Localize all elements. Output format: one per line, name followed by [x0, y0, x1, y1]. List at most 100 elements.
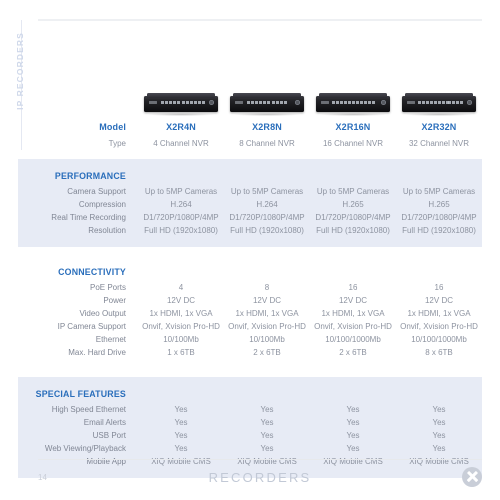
row-value: Onvif, Xvision Pro-HD	[400, 322, 478, 331]
section-connectivity: CONNECTIVITY PoE Ports 4 8 16 16 Power 1…	[18, 255, 482, 369]
nvr-device-icon	[316, 92, 390, 116]
row-value: 10/100/1000Mb	[325, 335, 381, 344]
row-label: Compression	[78, 200, 126, 209]
row-value: 12V DC	[338, 296, 367, 305]
table-row: Power 12V DC 12V DC 12V DC 12V DC	[18, 294, 482, 307]
table-row: Camera Support Up to 5MP Cameras Up to 5…	[18, 185, 482, 198]
row-value: D1/720P/1080P/4MP	[143, 213, 219, 222]
row-label: Max. Hard Drive	[68, 348, 126, 357]
row-value: Up to 5MP Cameras	[316, 187, 390, 196]
row-value: Yes	[432, 431, 446, 440]
top-divider	[38, 19, 482, 21]
row-label: Resolution	[88, 226, 126, 235]
table-row: High Speed Ethernet Yes Yes Yes Yes	[18, 403, 482, 416]
row-value: 1x HDMI, 1x VGA	[321, 309, 385, 318]
model-value: X2R8N	[252, 121, 282, 132]
row-value: D1/720P/1080P/4MP	[315, 213, 391, 222]
row-value: Full HD (1920x1080)	[144, 226, 218, 235]
row-spacer	[18, 369, 482, 377]
type-value: 32 Channel NVR	[408, 138, 470, 148]
table-row: Resolution Full HD (1920x1080) Full HD (…	[18, 224, 482, 237]
nvr-device-icon	[230, 92, 304, 116]
table-row: USB Port Yes Yes Yes Yes	[18, 429, 482, 442]
row-value: D1/720P/1080P/4MP	[229, 213, 305, 222]
type-value: 8 Channel NVR	[239, 138, 295, 148]
row-value: Full HD (1920x1080)	[402, 226, 476, 235]
type-label: Type	[108, 138, 126, 148]
page-footer: 14 RECORDERS	[38, 464, 482, 490]
row-value: Yes	[174, 418, 188, 427]
type-value: 16 Channel NVR	[322, 138, 384, 148]
table-row: Web Viewing/Playback Yes Yes Yes Yes	[18, 442, 482, 455]
row-value: Yes	[260, 444, 274, 453]
row-value: Full HD (1920x1080)	[316, 226, 390, 235]
model-value: X2R4N	[166, 121, 196, 132]
section-header-row: SPECIAL FEATURES	[18, 386, 482, 401]
row-label: Real Time Recording	[51, 213, 126, 222]
row-value: 12V DC	[252, 296, 281, 305]
section-performance: PERFORMANCE Camera Support Up to 5MP Cam…	[18, 159, 482, 247]
row-label: Power	[103, 296, 126, 305]
row-value: Yes	[174, 405, 188, 414]
table-row: PoE Ports 4 8 16 16	[18, 281, 482, 294]
row-value: 1 x 6TB	[167, 348, 195, 357]
section-header-row: PERFORMANCE	[18, 168, 482, 183]
section-special-features: SPECIAL FEATURES High Speed Ethernet Yes…	[18, 377, 482, 478]
footer-divider	[38, 459, 482, 460]
table-row: Max. Hard Drive 1 x 6TB 2 x 6TB 2 x 6TB …	[18, 346, 482, 359]
footer-section-title: RECORDERS	[208, 469, 312, 485]
row-spacer	[18, 151, 482, 159]
row-value: 1x HDMI, 1x VGA	[407, 309, 471, 318]
row-value: 2 x 6TB	[339, 348, 367, 357]
row-value: Yes	[346, 405, 360, 414]
row-value: Yes	[346, 431, 360, 440]
table-row: Real Time Recording D1/720P/1080P/4MP D1…	[18, 211, 482, 224]
row-value: H.264	[170, 200, 192, 209]
table-row: Email Alerts Yes Yes Yes Yes	[18, 416, 482, 429]
row-value: 10/100Mb	[249, 335, 285, 344]
row-value: Yes	[346, 418, 360, 427]
row-label: High Speed Ethernet	[51, 405, 126, 414]
row-value: H.265	[428, 200, 450, 209]
nvr-device-icon	[144, 92, 218, 116]
row-value: Yes	[260, 431, 274, 440]
row-label: Email Alerts	[83, 418, 126, 427]
row-spacer	[18, 247, 482, 255]
row-label: Video Output	[79, 309, 126, 318]
table-row: Video Output 1x HDMI, 1x VGA 1x HDMI, 1x…	[18, 307, 482, 320]
table-row: Compression H.264 H.264 H.265 H.265	[18, 198, 482, 211]
nvr-device-icon	[402, 92, 476, 116]
row-value: 4	[178, 283, 184, 292]
row-value: 2 x 6TB	[253, 348, 281, 357]
table-row: Ethernet 10/100Mb 10/100Mb 10/100/1000Mb…	[18, 333, 482, 346]
x-circle-icon	[462, 467, 482, 487]
row-value: Yes	[346, 444, 360, 453]
row-value: Onvif, Xvision Pro-HD	[142, 322, 220, 331]
row-label: Ethernet	[95, 335, 126, 344]
row-label: IP Camera Support	[57, 322, 126, 331]
row-value: Yes	[432, 418, 446, 427]
row-value: 16	[434, 283, 444, 292]
model-value: X2R16N	[335, 121, 371, 132]
table-row: IP Camera Support Onvif, Xvision Pro-HD …	[18, 320, 482, 333]
row-value: H.264	[256, 200, 278, 209]
row-value: Yes	[432, 444, 446, 453]
row-value: 8 x 6TB	[425, 348, 453, 357]
row-label: Web Viewing/Playback	[44, 444, 126, 453]
row-value: 12V DC	[166, 296, 195, 305]
section-title: SPECIAL FEATURES	[35, 388, 126, 399]
model-row: Model X2R4N X2R8N X2R16N X2R32N	[18, 118, 482, 135]
specification-table: Model X2R4N X2R8N X2R16N X2R32N Type 4 C…	[18, 28, 482, 478]
row-label: Camera Support	[67, 187, 126, 196]
model-value: X2R32N	[421, 121, 457, 132]
model-label: Model	[99, 121, 126, 132]
page-number: 14	[38, 472, 47, 482]
row-value: Yes	[174, 444, 188, 453]
row-value: D1/720P/1080P/4MP	[401, 213, 477, 222]
row-value: 1x HDMI, 1x VGA	[149, 309, 213, 318]
row-value: H.265	[342, 200, 364, 209]
row-value: 12V DC	[424, 296, 453, 305]
row-value: 1x HDMI, 1x VGA	[235, 309, 299, 318]
product-image-cell	[310, 92, 396, 116]
row-value: 10/100Mb	[163, 335, 199, 344]
